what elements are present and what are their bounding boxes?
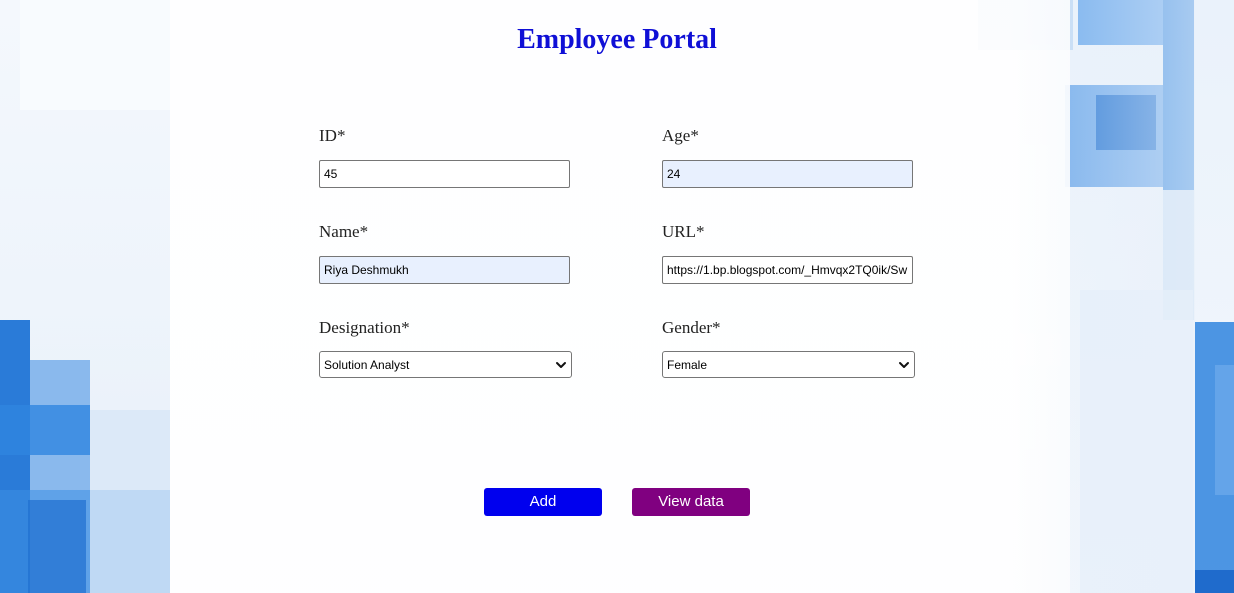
page-title: Employee Portal [517,24,717,55]
view-data-button[interactable]: View data [632,488,750,516]
background-fade [1010,0,1195,593]
age-input[interactable] [662,160,913,188]
id-label: ID* [319,126,346,145]
url-input[interactable] [662,256,913,284]
gender-selected-value: Female [667,357,708,372]
id-input[interactable] [319,160,570,188]
gender-label: Gender* [662,318,721,337]
age-label: Age* [662,126,699,145]
chevron-down-icon [555,359,567,371]
designation-selected-value: Solution Analyst [324,357,410,372]
form-panel [170,0,1070,593]
url-label: URL* [662,222,705,241]
chevron-down-icon [898,359,910,371]
name-input[interactable] [319,256,570,284]
gender-select[interactable]: Female [662,351,915,378]
name-label: Name* [319,222,369,241]
designation-select[interactable]: Solution Analyst [319,351,572,378]
add-button[interactable]: Add [484,488,602,516]
designation-label: Designation* [319,318,410,337]
